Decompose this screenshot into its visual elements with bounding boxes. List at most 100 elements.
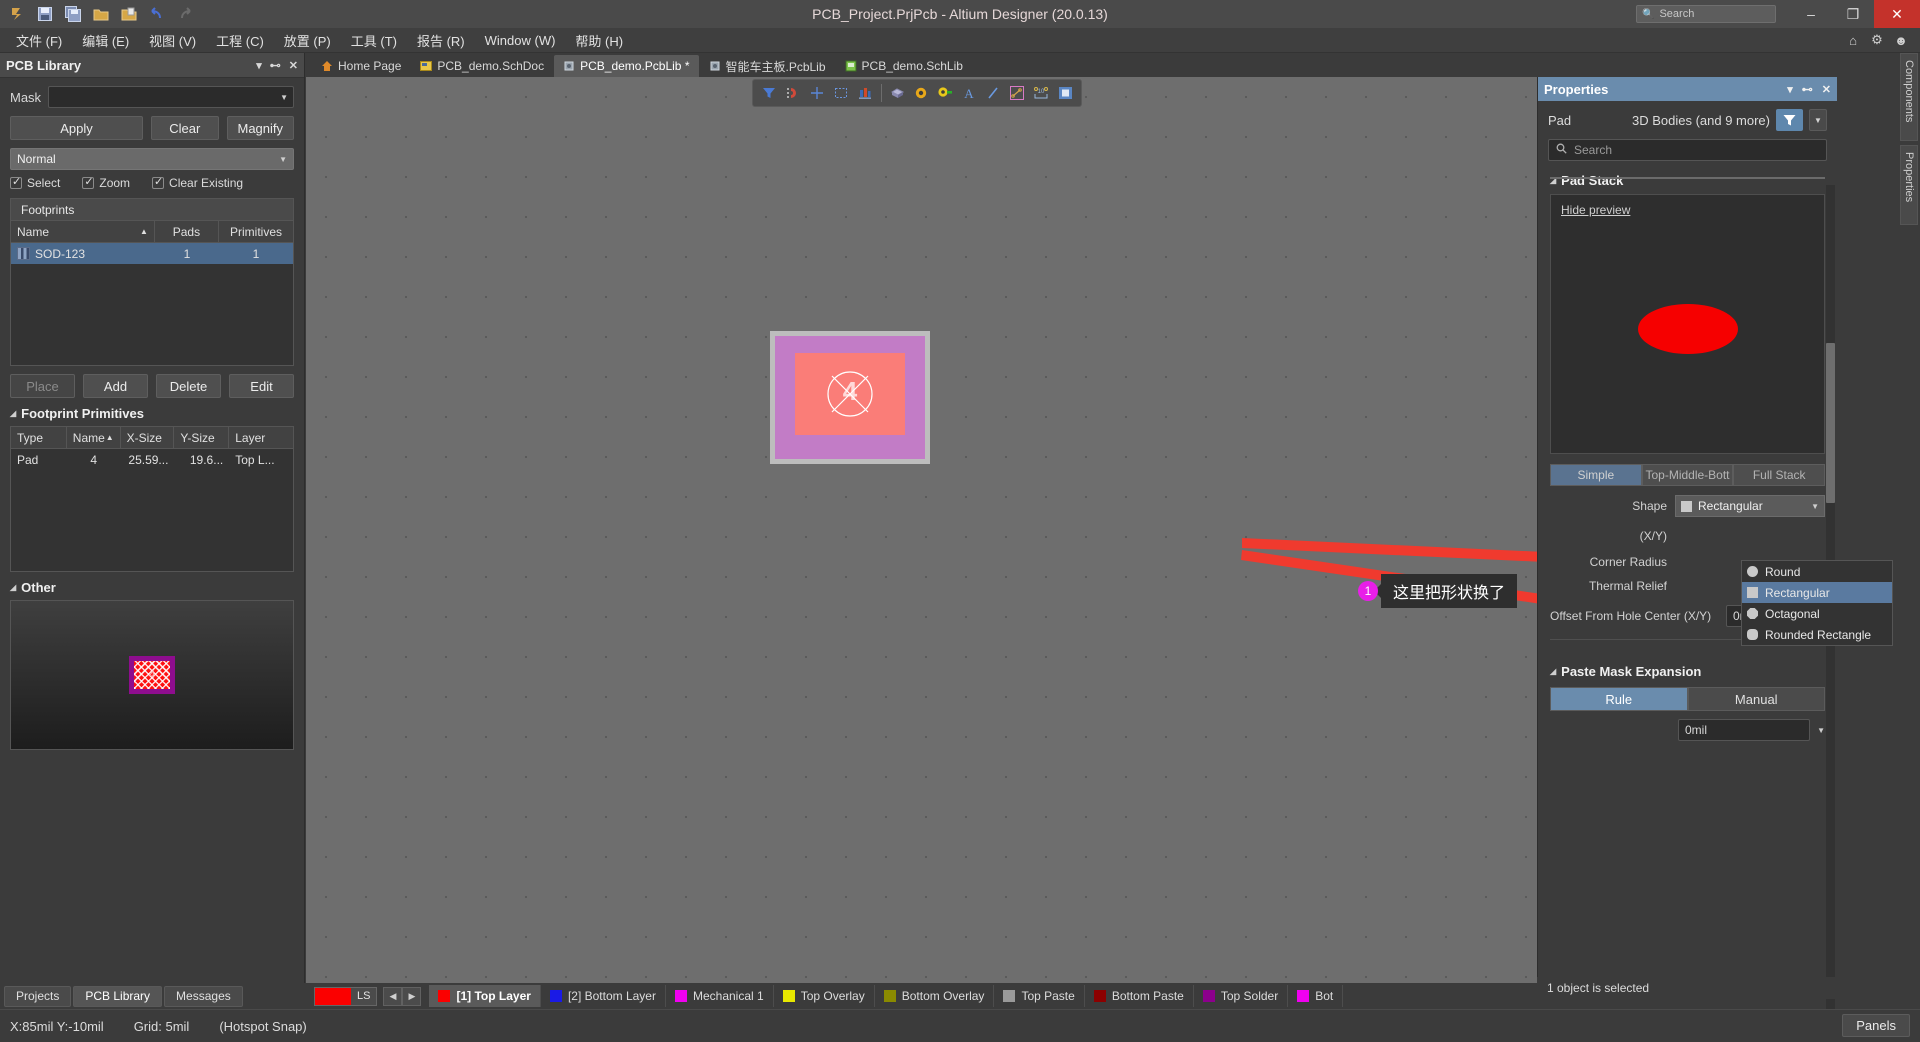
doc-tab-pcb-demo-schlib[interactable]: PCB_demo.SchLib [836, 55, 972, 77]
menu-project[interactable]: 工程 (C) [206, 28, 274, 53]
close-button[interactable]: ✕ [1874, 0, 1920, 28]
layer-tab-bottom-overlay[interactable]: Bottom Overlay [875, 985, 995, 1007]
doc-tab-home-page[interactable]: Home Page [312, 55, 410, 77]
other-preview-box[interactable]: 4 [10, 600, 294, 750]
shape-option-rounded-rectangle[interactable]: Rounded Rectangle [1742, 624, 1892, 645]
account-icon[interactable]: ☻ [1890, 30, 1912, 50]
maximize-button[interactable]: ❐ [1832, 0, 1874, 28]
undo-icon[interactable] [144, 2, 170, 26]
edit-button[interactable]: Edit [229, 374, 294, 398]
minimize-button[interactable]: – [1790, 0, 1832, 28]
checkbox-select[interactable]: Select [10, 175, 60, 190]
footprint-primitives-section-title[interactable]: ◢ Footprint Primitives [10, 406, 294, 421]
component-icon[interactable] [887, 81, 909, 105]
add-button[interactable]: Add [83, 374, 148, 398]
table-row[interactable]: SOD-123 1 1 [11, 243, 293, 264]
home-icon[interactable]: ⌂ [1842, 30, 1864, 50]
align-icon[interactable] [854, 81, 876, 105]
footprints-col-primitives[interactable]: Primitives [219, 221, 293, 242]
save-all-icon[interactable] [60, 2, 86, 26]
layer-tab-bottom-layer[interactable]: [2] Bottom Layer [541, 985, 666, 1007]
shape-select[interactable]: Rectangular ▼ [1675, 495, 1825, 517]
open-icon[interactable] [88, 2, 114, 26]
bottom-tab-pcb-library[interactable]: PCB Library [73, 985, 163, 1007]
filter-dropdown-button[interactable]: ▼ [1809, 109, 1827, 131]
menu-help[interactable]: 帮助 (H) [565, 28, 633, 53]
menu-edit[interactable]: 编辑 (E) [72, 28, 139, 53]
layer-tab-bottom-paste[interactable]: Bottom Paste [1085, 985, 1194, 1007]
save-icon[interactable] [32, 2, 58, 26]
place-button[interactable]: Place [10, 374, 75, 398]
apply-button[interactable]: Apply [10, 116, 143, 140]
line-icon[interactable] [982, 81, 1004, 105]
primitives-col-ysize[interactable]: Y-Size [174, 427, 230, 448]
footprints-col-pads[interactable]: Pads [155, 221, 220, 242]
crosshair-icon[interactable] [806, 81, 828, 105]
stack-mode-top-middle-bottom[interactable]: Top-Middle-Bott [1641, 464, 1734, 486]
stack-mode-full-stack[interactable]: Full Stack [1733, 464, 1826, 486]
layer-tab-top-paste[interactable]: Top Paste [994, 985, 1085, 1007]
paste-mask-section-title[interactable]: ◢ Paste Mask Expansion [1550, 664, 1837, 679]
filter-icon[interactable] [1776, 109, 1803, 131]
footprints-col-name[interactable]: Name ▲ [11, 221, 155, 242]
chevron-down-icon[interactable]: ▼ [1817, 726, 1825, 735]
layer-next-button[interactable]: ▶ [402, 986, 422, 1006]
other-section-title[interactable]: ◢ Other [10, 580, 294, 595]
pad-icon[interactable] [934, 81, 956, 105]
gear-icon[interactable]: ⚙ [1866, 30, 1888, 50]
mask-input[interactable]: ▼ [48, 86, 294, 108]
bottom-tab-projects[interactable]: Projects [4, 985, 72, 1007]
panels-button[interactable]: Panels [1842, 1014, 1910, 1037]
close-icon[interactable]: ✕ [1822, 83, 1831, 96]
menu-window[interactable]: Window (W) [475, 30, 566, 51]
magnet-icon[interactable] [782, 81, 804, 105]
open-project-icon[interactable] [116, 2, 142, 26]
close-icon[interactable]: ✕ [289, 59, 298, 72]
layer-tab-bottom-solder[interactable]: Bot [1288, 985, 1344, 1007]
shape-option-round[interactable]: Round [1742, 561, 1892, 582]
pin-icon[interactable]: ⊷ [270, 59, 281, 72]
pad-stack-section-title[interactable]: ◢ Pad Stack [1550, 173, 1837, 188]
layer-tab-top-solder[interactable]: Top Solder [1194, 985, 1289, 1007]
menu-reports[interactable]: 报告 (R) [407, 28, 475, 53]
menu-view[interactable]: 视图 (V) [139, 28, 206, 53]
altium-logo-icon[interactable] [4, 2, 30, 26]
vtab-properties[interactable]: Properties [1900, 145, 1918, 225]
via-icon[interactable] [911, 81, 933, 105]
paste-mask-manual-button[interactable]: Manual [1687, 687, 1825, 711]
doc-tab-pcb-demo-pcblib[interactable]: PCB_demo.PcbLib * [554, 55, 699, 77]
layer-tab-top-overlay[interactable]: Top Overlay [774, 985, 875, 1007]
pad-stack-preview[interactable]: Hide preview [1550, 194, 1825, 454]
mode-select[interactable]: Normal ▼ [10, 148, 294, 170]
checkbox-zoom[interactable]: Zoom [82, 175, 130, 190]
checkbox-clear-existing[interactable]: Clear Existing [152, 175, 243, 190]
paste-mask-rule-button[interactable]: Rule [1550, 687, 1688, 711]
chevron-down-icon[interactable]: ▾ [256, 59, 262, 72]
bottom-tab-messages[interactable]: Messages [164, 985, 243, 1007]
doc-tab-smartcar-pcblib[interactable]: 智能车主板.PcbLib [700, 55, 835, 77]
shape-dropdown-menu[interactable]: Round Rectangular Octagonal Rounded Rect… [1741, 560, 1893, 646]
paste-mask-value-input[interactable]: 0mil [1678, 719, 1811, 741]
shape-option-rectangular[interactable]: Rectangular [1742, 582, 1892, 603]
pad-graphic[interactable]: 4 [770, 331, 930, 464]
clear-button[interactable]: Clear [151, 116, 219, 140]
pin-icon[interactable]: ⊷ [1802, 83, 1813, 96]
layer-set-swatch[interactable]: LS [314, 986, 378, 1006]
dimension-icon[interactable] [1006, 81, 1028, 105]
menu-place[interactable]: 放置 (P) [274, 28, 341, 53]
stack-mode-simple[interactable]: Simple [1550, 464, 1642, 486]
menu-file[interactable]: 文件 (F) [6, 28, 72, 53]
primitives-col-name[interactable]: Name ▲ [67, 427, 121, 448]
layer-tab-mechanical-1[interactable]: Mechanical 1 [666, 985, 774, 1007]
select-area-icon[interactable] [830, 81, 852, 105]
filter-icon[interactable] [758, 81, 780, 105]
layer-tab-top-layer[interactable]: [1] Top Layer [429, 985, 541, 1007]
chevron-down-icon[interactable]: ▾ [1787, 83, 1793, 96]
primitives-col-xsize[interactable]: X-Size [121, 427, 175, 448]
pcb-editor-canvas[interactable]: A 10 4 1 这里把形状换了 [306, 77, 1537, 983]
menu-tools[interactable]: 工具 (T) [341, 28, 407, 53]
delete-button[interactable]: Delete [156, 374, 221, 398]
vtab-components[interactable]: Components [1900, 53, 1918, 141]
table-row[interactable]: Pad 4 25.59... 19.6... Top L... [11, 449, 293, 470]
polygon-icon[interactable] [1054, 81, 1076, 105]
